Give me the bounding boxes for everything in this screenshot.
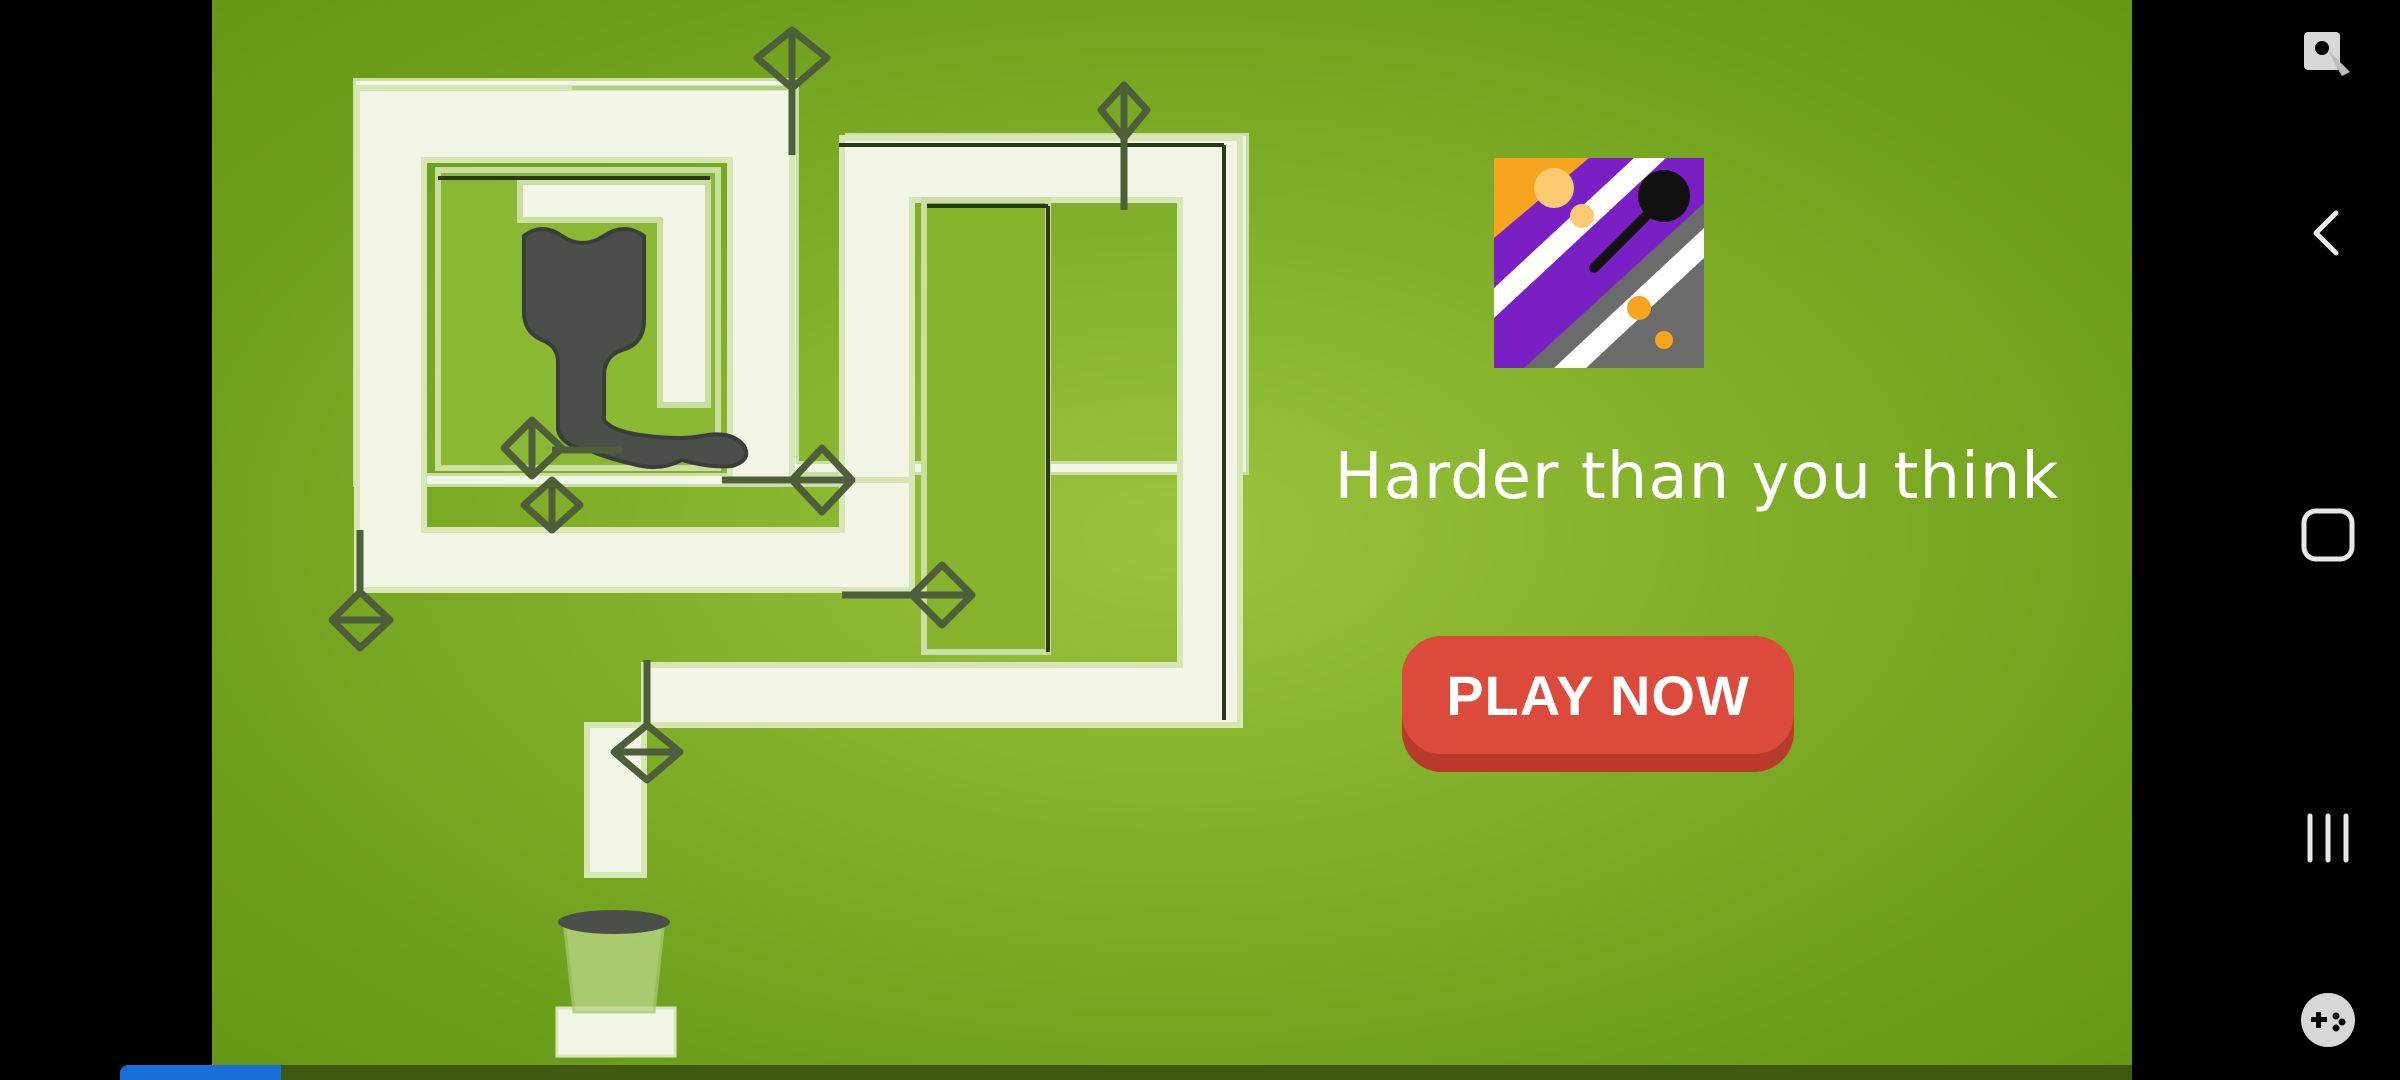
pipe-maze-illustration (328, 26, 1249, 1058)
video-progress-fill (120, 1065, 281, 1080)
recents-icon (2307, 813, 2349, 863)
left-letterbox (0, 0, 212, 1080)
game-tools-button[interactable] (2280, 972, 2376, 1068)
back-button[interactable] (2280, 185, 2376, 281)
play-now-label: PLAY NOW (1402, 636, 1794, 754)
app-icon[interactable] (1494, 158, 1704, 368)
collection-cup (555, 910, 677, 1058)
screenshot-assist-icon (2304, 32, 2350, 76)
video-progress-track (212, 1065, 2132, 1080)
play-now-button[interactable]: PLAY NOW (1402, 636, 1794, 772)
screenshot-assist-button[interactable] (2280, 8, 2376, 104)
home-button[interactable] (2280, 487, 2376, 583)
ad-tagline: Harder than you think (1334, 440, 2060, 514)
recents-button[interactable] (2280, 790, 2376, 886)
game-tools-icon (2301, 993, 2355, 1047)
back-icon (2313, 210, 2339, 256)
home-icon (2301, 508, 2355, 562)
ad-content[interactable]: Harder than you think PLAY NOW (212, 0, 2132, 1065)
